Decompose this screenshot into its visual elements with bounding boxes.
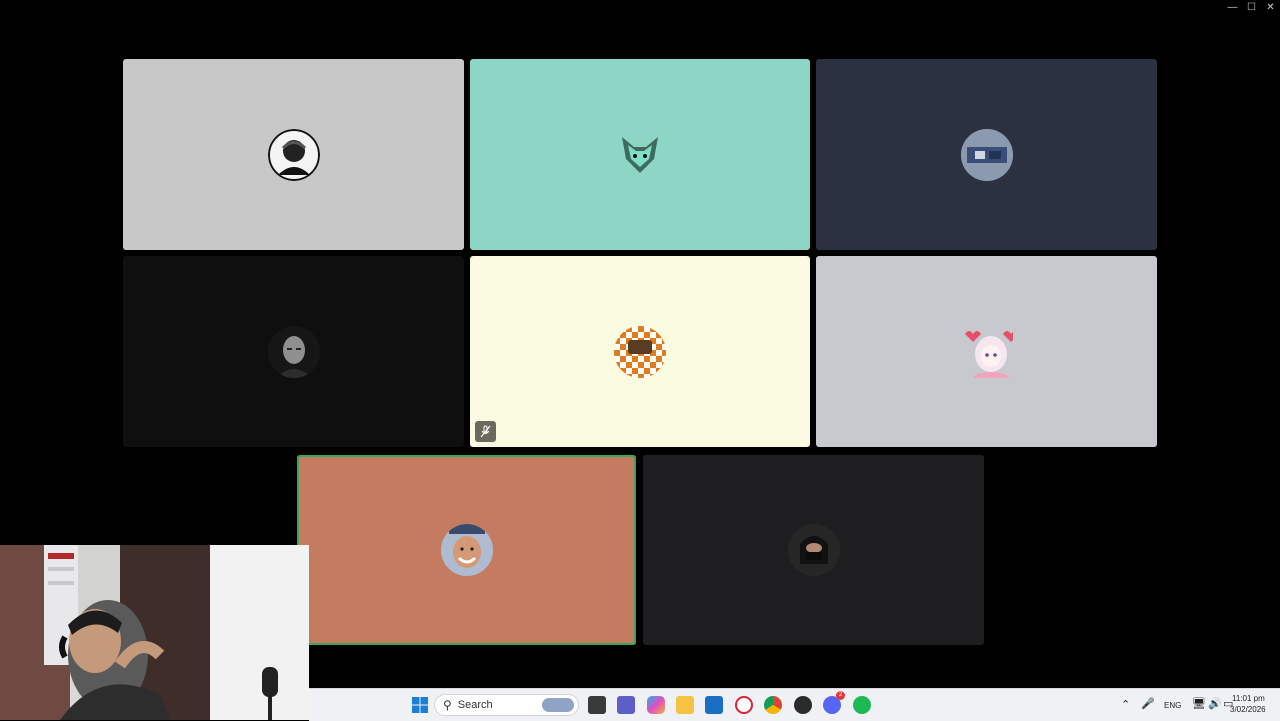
participant-tile[interactable]: [470, 59, 810, 250]
search-highlight-icon: [542, 698, 574, 712]
search-icon: ⚲: [443, 698, 452, 712]
task-view-icon[interactable]: [588, 696, 606, 714]
spotify-icon[interactable]: [853, 696, 871, 714]
avatar[interactable]: [787, 524, 840, 576]
microsoft-store-icon[interactable]: [705, 696, 723, 714]
avatar[interactable]: [267, 128, 320, 181]
opera-icon[interactable]: [735, 696, 753, 714]
self-camera-preview: [0, 545, 309, 720]
close-icon[interactable]: ✕: [1261, 0, 1280, 16]
avatar[interactable]: [440, 524, 493, 576]
participant-tile[interactable]: [816, 59, 1157, 250]
avatar[interactable]: [961, 326, 1013, 378]
avatar[interactable]: [960, 128, 1013, 181]
avatar[interactable]: [614, 129, 666, 181]
avatar[interactable]: [267, 325, 320, 378]
show-hidden-icons[interactable]: ⌃: [1121, 698, 1130, 711]
window-controls: — ☐ ✕: [1223, 0, 1280, 16]
language-indicator[interactable]: ENG: [1164, 701, 1181, 710]
discord-badge: 2: [836, 691, 845, 700]
participant-tile[interactable]: [123, 256, 464, 447]
chrome-icon[interactable]: [764, 696, 782, 714]
search-placeholder: Search: [457, 699, 493, 711]
windows-taskbar: ⚲ Search 2 ⌃ 🎤 ENG 🖥 🔊 ▭ 11:01 pm 3/02/2…: [309, 688, 1280, 721]
avatar[interactable]: [614, 325, 666, 378]
clock-date[interactable]: 3/02/2026: [1230, 705, 1266, 714]
participant-tile[interactable]: [297, 455, 636, 645]
teams-icon[interactable]: [617, 696, 635, 714]
discord-icon[interactable]: 2: [823, 691, 845, 714]
participant-tile[interactable]: [816, 256, 1157, 447]
muted-indicator: [475, 421, 496, 442]
obs-icon[interactable]: [794, 696, 812, 714]
participant-tile[interactable]: [123, 59, 464, 250]
mic-off-icon: [480, 425, 491, 438]
taskbar-search[interactable]: ⚲ Search: [434, 694, 579, 716]
microphone-icon[interactable]: 🎤: [1141, 697, 1155, 710]
participant-tile[interactable]: [470, 256, 810, 447]
network-icon[interactable]: 🖥: [1192, 697, 1206, 710]
file-explorer-icon[interactable]: [676, 696, 694, 714]
volume-icon[interactable]: 🔊: [1208, 697, 1222, 710]
windows-start-icon[interactable]: [411, 696, 429, 714]
minimize-icon[interactable]: —: [1223, 0, 1242, 16]
participant-tile[interactable]: [643, 455, 984, 645]
copilot-icon[interactable]: [647, 696, 665, 714]
maximize-icon[interactable]: ☐: [1242, 0, 1261, 16]
clock-time[interactable]: 11:01 pm: [1232, 694, 1265, 703]
